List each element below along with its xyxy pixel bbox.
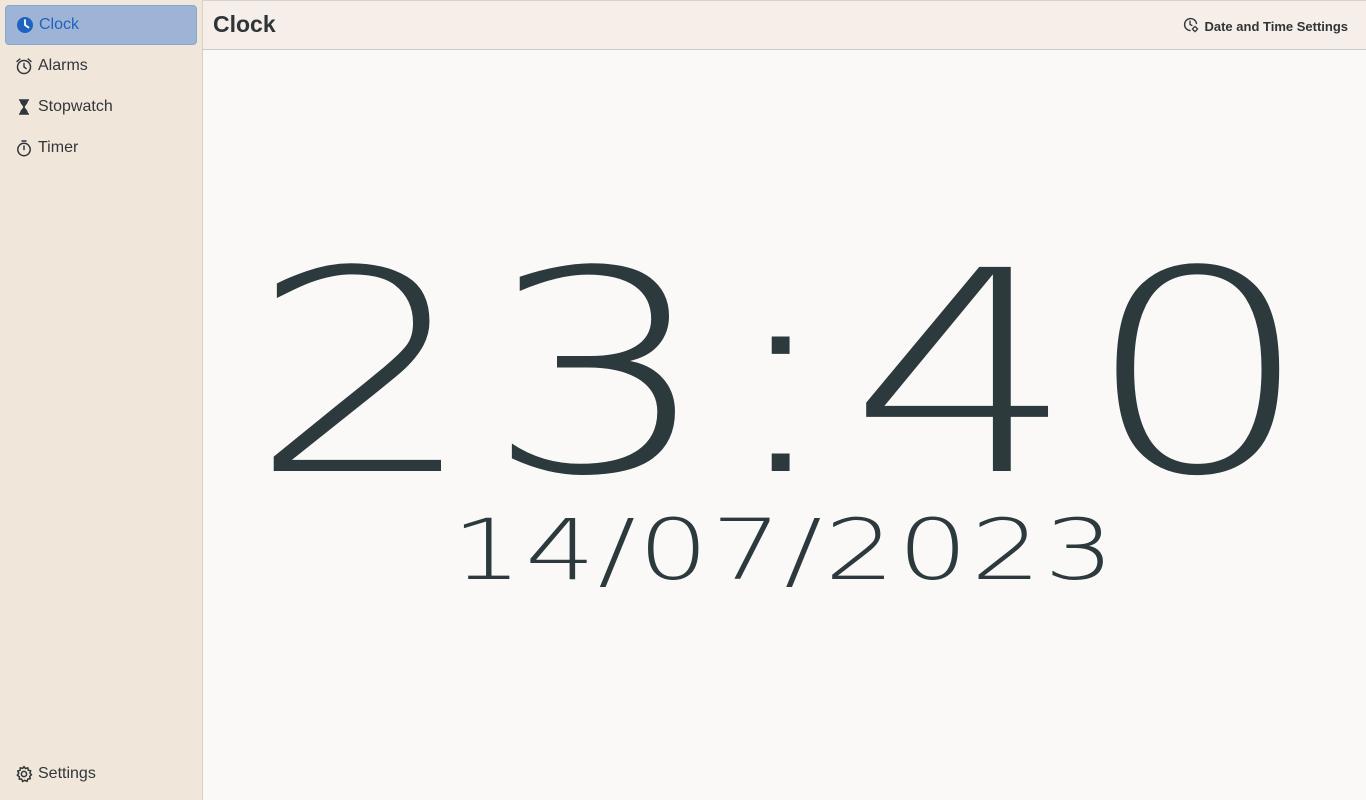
current-time: 23:40 [248,212,1321,538]
gear-icon [15,765,33,783]
clock-gear-icon [1183,17,1204,36]
sidebar-item-timer[interactable]: Timer [5,128,197,168]
sidebar-item-clock[interactable]: Clock [5,5,197,45]
sidebar-item-label: Clock [39,16,80,33]
hourglass-icon [15,98,33,116]
sidebar-item-stopwatch[interactable]: Stopwatch [5,87,197,127]
sidebar-item-label: Stopwatch [38,98,113,115]
date-time-settings-label: Date and Time Settings [1204,18,1348,34]
sidebar-item-alarms[interactable]: Alarms [5,46,197,86]
header-bar: Clock Date and Time Settings [203,0,1366,50]
sidebar-item-settings[interactable]: Settings [5,754,197,794]
clock-icon [16,16,34,34]
current-date: 14/07/2023 [451,501,1118,599]
sidebar-item-label: Settings [38,765,96,782]
alarm-icon [15,57,33,75]
page-title: Clock [213,11,276,37]
date-time-settings-button[interactable]: Date and Time Settings [1183,13,1348,39]
clock-display: 23:40 14/07/2023 [203,50,1366,800]
timer-icon [15,139,33,157]
sidebar-item-label: Timer [38,139,79,156]
sidebar-item-label: Alarms [38,57,88,74]
